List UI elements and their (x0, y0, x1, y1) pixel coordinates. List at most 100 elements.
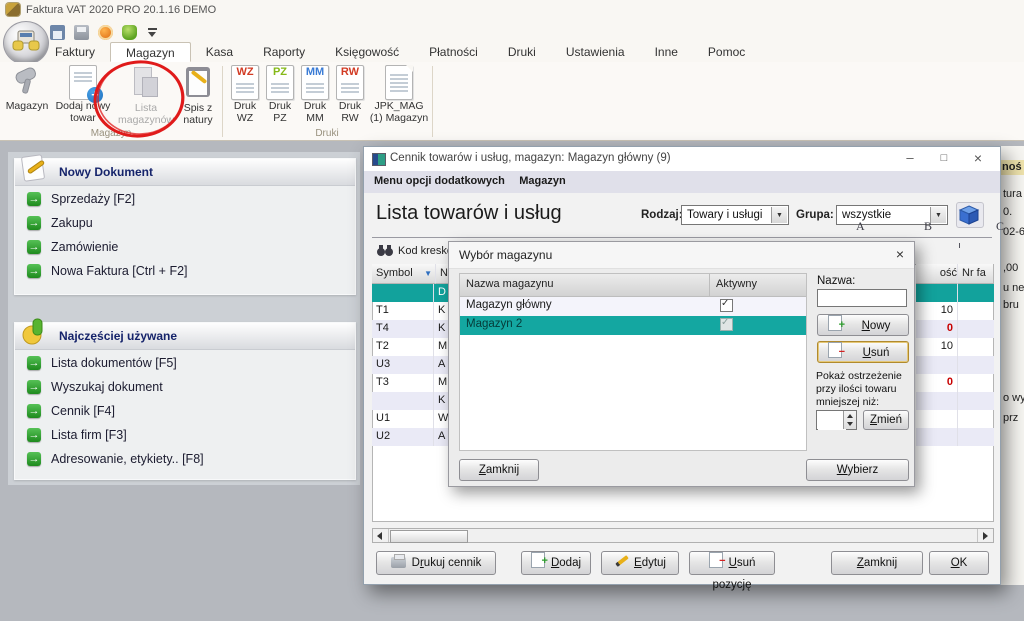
table-row[interactable]: K (372, 392, 450, 410)
ribbon-item-lista-magazynow[interactable]: Lista magazynów (116, 65, 176, 127)
zmien-button[interactable]: Zmień (863, 410, 909, 430)
dialog-titlebar[interactable]: Wybór magazynu × (449, 242, 914, 269)
scrollbar-thumb[interactable] (390, 530, 468, 543)
ribbon-item-jpk-mag[interactable]: JPK_MAG (1) Magazyn (368, 65, 430, 127)
ribbon-tab[interactable]: Druki (493, 42, 551, 62)
panel-title: Nowy Dokument (59, 165, 153, 179)
document-minus-icon (828, 342, 842, 358)
ribbon-tab[interactable]: Faktury (40, 42, 110, 62)
magazyn-row[interactable]: Magazyn główny (460, 297, 806, 316)
aktywny-checkbox[interactable] (720, 299, 733, 312)
aktywny-column-header[interactable]: Aktywny (710, 274, 806, 296)
ribbon-item-dodaj-nowy-towar[interactable]: Dodaj nowy towar (52, 65, 114, 127)
table-row[interactable]: 0 (916, 320, 994, 338)
shop-icon[interactable] (122, 25, 137, 40)
customize-quick-access-icon[interactable] (146, 25, 160, 40)
spinner-up-down-icons[interactable] (843, 411, 856, 429)
ribbon-item-druk-rw[interactable]: RW Druk RW (333, 65, 367, 127)
table-row[interactable]: U1 W (372, 410, 450, 428)
sidebar-item[interactable]: → Lista dokumentów [F5] (15, 353, 355, 377)
menu-opcje-dodatkowe[interactable]: Menu opcji dodatkowych (374, 175, 505, 187)
window-titlebar[interactable]: Cennik towarów i usług, magazyn: Magazyn… (364, 147, 1000, 172)
wybierz-button[interactable]: Wybierz (806, 459, 909, 481)
table-row[interactable]: U2 A (372, 428, 450, 446)
table-row[interactable] (916, 284, 994, 302)
sidebar-item[interactable]: → Zamówienie (15, 237, 355, 261)
menu-magazyn[interactable]: Magazyn (519, 175, 565, 187)
ribbon-tab[interactable]: Księgowość (320, 42, 414, 62)
ribbon-tab[interactable]: Pomoc (693, 42, 760, 62)
ribbon-tab[interactable]: Magazyn (110, 42, 191, 62)
close-button[interactable]: × (964, 147, 992, 170)
ribbon-tab[interactable]: Płatności (414, 42, 493, 62)
table-row[interactable]: 10 (916, 302, 994, 320)
symbol-column-header[interactable]: Symbol▼ (372, 264, 436, 284)
chevron-down-icon[interactable]: ▼ (930, 207, 946, 223)
ribbon-item-magazyn[interactable]: Magazyn (4, 65, 50, 127)
sidebar-item[interactable]: → Adresowanie, etykiety.. [F8] (15, 449, 355, 473)
threshold-input[interactable] (818, 412, 846, 430)
alphabet-filter-letter[interactable]: A (856, 219, 865, 234)
minimize-button[interactable]: – (896, 147, 924, 170)
sidebar-item[interactable]: → Zakupu (15, 213, 355, 237)
rodzaj-select[interactable]: Towary i usługi ▼ (681, 205, 789, 225)
table-row[interactable]: 10 (916, 338, 994, 356)
cube-icon[interactable] (956, 202, 984, 228)
ribbon-tab[interactable]: Inne (640, 42, 693, 62)
sidebar-item[interactable]: → Wyszukaj dokument (15, 377, 355, 401)
save-icon[interactable] (50, 25, 65, 40)
close-icon[interactable]: × (896, 246, 904, 262)
ribbon-tab[interactable]: Raporty (248, 42, 320, 62)
ribbon-item-druk-pz[interactable]: PZ Druk PZ (263, 65, 297, 127)
threshold-spinner[interactable] (816, 410, 857, 430)
sidebar-item[interactable]: → Nowa Faktura [Ctrl + F2] (15, 261, 355, 285)
nowy-button[interactable]: Nowy (817, 314, 909, 336)
license-badge-icon[interactable] (98, 25, 113, 40)
quick-access-toolbar (50, 22, 160, 42)
print-icon[interactable] (74, 25, 89, 40)
alphabet-filter-letter[interactable]: C (996, 219, 1004, 234)
ribbon-tab[interactable]: Ustawienia (551, 42, 640, 62)
table-row[interactable]: T1 K (372, 302, 450, 320)
ribbon-item-spis-z-natury[interactable]: Spis z natury (177, 65, 219, 127)
nazwa-magazynu-column-header[interactable]: Nazwa magazynu (460, 274, 710, 296)
nazwa-input[interactable] (817, 289, 907, 307)
ribbon-tab[interactable]: Kasa (191, 42, 248, 62)
table-row[interactable] (916, 392, 994, 410)
ribbon-item-druk-mm[interactable]: MM Druk MM (298, 65, 332, 127)
sidebar-item[interactable]: → Lista firm [F3] (15, 425, 355, 449)
sidebar-item[interactable]: → Cennik [F4] (15, 401, 355, 425)
chevron-down-icon[interactable]: ▼ (771, 207, 787, 223)
usun-button[interactable]: Usuń (817, 341, 909, 363)
table-row[interactable] (916, 428, 994, 446)
drukuj-cennik-button[interactable]: Drukuj cennik (376, 551, 496, 575)
usun-pozycje-button[interactable]: Usuń pozycję (689, 551, 775, 575)
rodzaj-label: Rodzaj: (641, 209, 683, 221)
dialog-zamknij-button[interactable]: Zamknij (459, 459, 539, 481)
scroll-right-arrow[interactable] (977, 529, 993, 542)
quantity-column-header[interactable]: ość (916, 264, 958, 284)
table-row[interactable] (916, 356, 994, 374)
table-row[interactable]: T2 M (372, 338, 450, 356)
table-row[interactable]: T3 M (372, 374, 450, 392)
table-row[interactable]: 0 (916, 374, 994, 392)
table-row[interactable]: T4 K (372, 320, 450, 338)
ribbon-item-druk-wz[interactable]: WZ Druk WZ (228, 65, 262, 127)
sort-filter-icon[interactable]: ▼ (424, 269, 432, 278)
invoice-column-header[interactable]: Nr fa (958, 264, 994, 284)
dodaj-button[interactable]: Dodaj (521, 551, 591, 575)
edytuj-button[interactable]: Edytuj (601, 551, 679, 575)
horizontal-scrollbar[interactable] (372, 528, 994, 543)
table-row[interactable] (916, 410, 994, 428)
scroll-left-arrow[interactable] (373, 529, 389, 542)
table-row[interactable]: D (372, 284, 450, 302)
sidebar-item[interactable]: → Sprzedaży [F2] (15, 189, 355, 213)
maximize-button[interactable]: □ (930, 147, 958, 170)
ok-button[interactable]: OK (929, 551, 989, 575)
magazyn-row[interactable]: Magazyn 2 (460, 316, 806, 335)
zamknij-button[interactable]: Zamknij (831, 551, 923, 575)
table-row[interactable]: U3 A (372, 356, 450, 374)
aktywny-checkbox[interactable] (720, 318, 733, 331)
binoculars-search-icon[interactable] (376, 243, 394, 262)
alphabet-filter-letter[interactable]: B (924, 219, 932, 234)
